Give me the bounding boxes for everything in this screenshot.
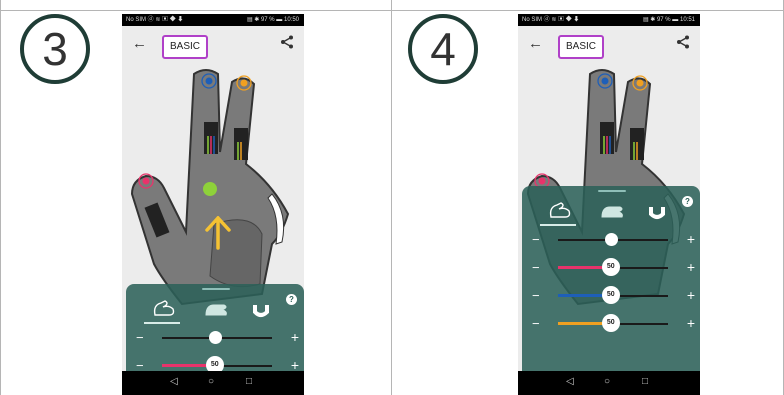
status-left: No SIM ⓓ ≋ ▣ ◆ ⬇: [126, 17, 184, 23]
status-right: ▤ ✱ 97 % ▬ 10:50: [246, 17, 299, 23]
hand-heat-icon[interactable]: [202, 297, 232, 319]
slider-value-knob[interactable]: 50: [601, 314, 620, 332]
status-right: ▤ ✱ 97 % ▬ 10:51: [642, 17, 695, 23]
phone-screen-step-4: No SIM ⓓ ≋ ▣ ◆ ⬇ ▤ ✱ 97 % ▬ 10:51 ← BASI…: [518, 14, 700, 395]
sheet-handle[interactable]: [598, 190, 626, 192]
magnet-icon[interactable]: [642, 199, 672, 221]
magnet-icon[interactable]: [246, 297, 276, 319]
android-nav-bar: ◁ ○ □: [518, 371, 700, 395]
intensity-slider-row[interactable]: − +: [522, 230, 700, 250]
share-icon[interactable]: [676, 35, 690, 49]
app-bar: ← BASIC: [518, 26, 700, 64]
increase-button[interactable]: +: [687, 259, 695, 275]
status-bar: No SIM ⓓ ≋ ▣ ◆ ⬇ ▤ ✱ 97 % ▬ 10:50: [122, 14, 304, 26]
bicep-icon[interactable]: [545, 199, 575, 221]
slider-fill: [162, 336, 215, 339]
arrow-left-icon[interactable]: ←: [528, 35, 543, 52]
help-icon[interactable]: ?: [682, 196, 693, 207]
increase-button[interactable]: +: [291, 329, 299, 345]
hand-heat-icon[interactable]: [598, 199, 628, 221]
step-number-4: 4: [408, 14, 478, 84]
intensity-slider-row[interactable]: − 50 +: [522, 314, 700, 334]
tab-underline: [144, 322, 180, 324]
android-nav-bar: ◁ ○ □: [122, 371, 304, 395]
swipe-up-arrow-icon: [205, 216, 231, 250]
arrow-left-icon[interactable]: ←: [132, 35, 147, 52]
status-left: No SIM ⓓ ≋ ▣ ◆ ⬇: [522, 17, 580, 23]
increase-button[interactable]: +: [687, 287, 695, 303]
decrease-button[interactable]: −: [532, 260, 540, 275]
nav-home-icon[interactable]: ○: [208, 376, 214, 387]
nav-recent-icon[interactable]: □: [642, 376, 648, 387]
nav-home-icon[interactable]: ○: [604, 376, 610, 387]
bicep-icon[interactable]: [149, 297, 179, 319]
decrease-button[interactable]: −: [136, 330, 144, 345]
intensity-slider-row[interactable]: − +: [126, 328, 304, 348]
slider-value-knob[interactable]: 50: [601, 286, 620, 304]
nav-back-icon[interactable]: ◁: [566, 376, 574, 387]
settings-sheet[interactable]: ? − + −50 + −50 + −50 +: [522, 186, 700, 371]
nav-recent-icon[interactable]: □: [246, 376, 252, 387]
panel-divider: [391, 0, 392, 395]
mode-title[interactable]: BASIC: [162, 35, 209, 59]
slider-knob[interactable]: [604, 233, 618, 246]
decrease-button[interactable]: −: [532, 288, 540, 303]
slider-value-knob[interactable]: 50: [601, 258, 620, 276]
slider-fill: [558, 238, 611, 241]
decrease-button[interactable]: −: [532, 232, 540, 247]
phone-screen-step-3: No SIM ⓓ ≋ ▣ ◆ ⬇ ▤ ✱ 97 % ▬ 10:50 ← BASI…: [122, 14, 304, 395]
help-icon[interactable]: ?: [286, 294, 297, 305]
tab-underline: [540, 224, 576, 226]
sheet-handle[interactable]: [202, 288, 230, 290]
increase-button[interactable]: +: [687, 231, 695, 247]
nav-back-icon[interactable]: ◁: [170, 376, 178, 387]
top-rule: [0, 10, 784, 11]
slider-knob[interactable]: [208, 331, 222, 344]
intensity-slider-row[interactable]: − 50 +: [522, 258, 700, 278]
step-number-3: 3: [20, 14, 90, 84]
app-bar: ← BASIC: [122, 26, 304, 64]
intensity-slider-row[interactable]: − 50 +: [522, 286, 700, 306]
decrease-button[interactable]: −: [532, 316, 540, 331]
share-icon[interactable]: [280, 35, 294, 49]
mode-title[interactable]: BASIC: [558, 35, 605, 59]
increase-button[interactable]: +: [687, 315, 695, 331]
status-bar: No SIM ⓓ ≋ ▣ ◆ ⬇ ▤ ✱ 97 % ▬ 10:51: [518, 14, 700, 26]
